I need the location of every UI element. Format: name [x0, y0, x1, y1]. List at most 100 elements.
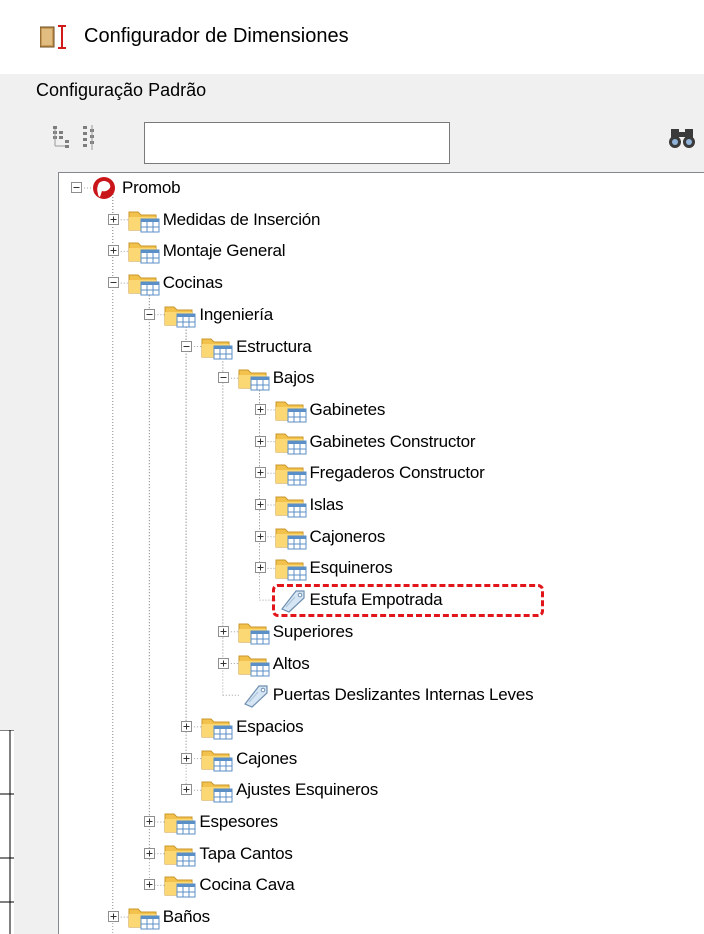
background-window-fragment [0, 730, 14, 934]
folder-icon [275, 433, 306, 455]
tree-node[interactable]: Superiores [59, 617, 699, 647]
tree-node-label: Ingeniería [199, 304, 274, 324]
tree-node-label: Ajustes Esquineros [236, 780, 379, 800]
expand-toggle-icon[interactable] [181, 752, 193, 764]
folder-icon [128, 211, 160, 233]
collapse-toggle-icon[interactable] [107, 277, 119, 289]
folder-icon [164, 813, 196, 835]
folder-icon [201, 718, 233, 740]
configuration-tree[interactable]: Promob Medidas de Inserción Montaje Genera… [58, 172, 704, 934]
tree-node-label: Estructura [236, 336, 312, 356]
expand-toggle-icon[interactable] [254, 403, 266, 415]
tree-node-label: Espacios [236, 716, 304, 736]
tree-node[interactable]: Puertas Deslizantes Internas Leves [59, 680, 699, 710]
tree-node[interactable]: Ajustes Esquineros [59, 775, 699, 805]
collapse-toggle-icon[interactable] [71, 182, 82, 193]
expand-toggle-icon[interactable] [254, 467, 266, 479]
expand-toggle-icon[interactable] [107, 911, 119, 923]
highlight-box [271, 584, 544, 618]
tree-node[interactable]: Bajos [59, 363, 699, 393]
tree-node[interactable]: Espesores [59, 807, 699, 837]
tree-node-label: Gabinetes [309, 399, 386, 419]
tree-node[interactable]: Cocinas [59, 268, 699, 298]
folder-icon [164, 306, 196, 328]
tree-node-label: Baños [162, 907, 210, 927]
tree-node-label: Espesores [199, 812, 278, 831]
folder-icon [238, 369, 270, 391]
collapse-toggle-icon[interactable] [181, 340, 193, 352]
folder-icon [275, 464, 306, 486]
expand-toggle-icon[interactable] [144, 879, 156, 891]
tree-node-label: Altos [272, 653, 310, 673]
tree-node-label: Gabinetes Constructor [309, 431, 476, 451]
collapse-tree-icon[interactable] [52, 124, 74, 152]
tree-node-label: Superiores [272, 621, 354, 641]
folder-icon [201, 781, 233, 803]
tree-node[interactable]: Baños [59, 902, 699, 932]
folder-icon [275, 401, 306, 423]
expand-toggle-icon[interactable] [217, 657, 229, 669]
tree-node[interactable]: Ingeniería [59, 300, 699, 330]
tree-node[interactable]: Promob [59, 173, 699, 203]
tree-node-label: Islas [309, 495, 344, 514]
expand-toggle-icon[interactable] [254, 499, 266, 510]
folder-icon [128, 908, 160, 930]
tree-node[interactable]: Medidas de Inserción [59, 205, 699, 235]
expand-toggle-icon[interactable] [217, 625, 229, 637]
search-input[interactable] [144, 122, 450, 164]
expand-toggle-icon[interactable] [144, 847, 156, 859]
collapse-toggle-icon[interactable] [144, 308, 156, 320]
promob-logo-icon [93, 177, 115, 199]
tree-node[interactable]: Gabinetes Constructor [59, 427, 699, 457]
expand-toggle-icon[interactable] [254, 562, 266, 574]
tree-node-label: Tapa Cantos [199, 843, 293, 863]
folder-icon [164, 845, 196, 867]
tree-node-label: Medidas de Inserción [162, 209, 321, 229]
expand-toggle-icon[interactable] [144, 816, 156, 827]
tree-node[interactable]: Islas [59, 490, 699, 520]
tree-node[interactable]: Esquineros [59, 553, 699, 583]
tree-node-label: Cajoneros [309, 526, 386, 546]
expand-toggle-icon[interactable] [181, 720, 193, 732]
tree-node[interactable]: Cajoneros [59, 522, 699, 552]
collapse-toggle-icon[interactable] [217, 372, 229, 384]
folder-icon [164, 876, 196, 898]
folder-icon [275, 559, 306, 581]
folder-icon [238, 623, 270, 645]
tree-node[interactable]: Altos [59, 649, 699, 679]
tree-node[interactable]: Cocina Cava [59, 870, 699, 900]
folder-icon [238, 655, 270, 676]
tree-node-label: Puertas Deslizantes Internas Leves [272, 685, 534, 705]
tree-node-label: Esquineros [309, 558, 393, 578]
tree-node-label: Montaje General [162, 241, 286, 261]
folder-icon [201, 338, 233, 359]
expand-toggle-icon[interactable] [254, 530, 266, 542]
tree-node-label: Cajones [236, 748, 298, 768]
expand-tree-icon[interactable] [82, 124, 100, 152]
tree-node-label: Cocina Cava [199, 875, 295, 895]
folder-icon [275, 496, 306, 518]
tree-node[interactable]: Cajones [59, 744, 699, 774]
expand-toggle-icon[interactable] [107, 213, 119, 225]
tree-node[interactable]: Tapa Cantos [59, 839, 699, 869]
folder-icon [128, 242, 160, 264]
config-dimension-icon [40, 25, 66, 49]
folder-icon [201, 750, 233, 772]
tree-node[interactable]: Espacios [59, 712, 699, 742]
expand-toggle-icon[interactable] [254, 435, 266, 447]
binoculars-search-icon[interactable] [668, 126, 698, 150]
tree-node-label: Fregaderos Constructor [309, 463, 485, 483]
tree-node-label: Cocinas [162, 273, 223, 293]
expand-toggle-icon[interactable] [107, 245, 119, 257]
tree-node[interactable]: Gabinetes [59, 395, 699, 425]
tree-node[interactable]: Estructura [59, 332, 699, 362]
folder-icon [275, 528, 306, 550]
tree-node-label: Promob [122, 178, 181, 197]
configuration-label: Configuração Padrão [36, 80, 207, 100]
tag-icon [243, 685, 268, 708]
expand-toggle-icon[interactable] [181, 784, 193, 796]
tree-node[interactable]: Fregaderos Constructor [59, 458, 699, 488]
tree-node[interactable]: Montaje General [59, 236, 699, 266]
window-title: Configurador de Dimensiones [84, 25, 349, 47]
tree-node-label: Bajos [272, 368, 315, 388]
